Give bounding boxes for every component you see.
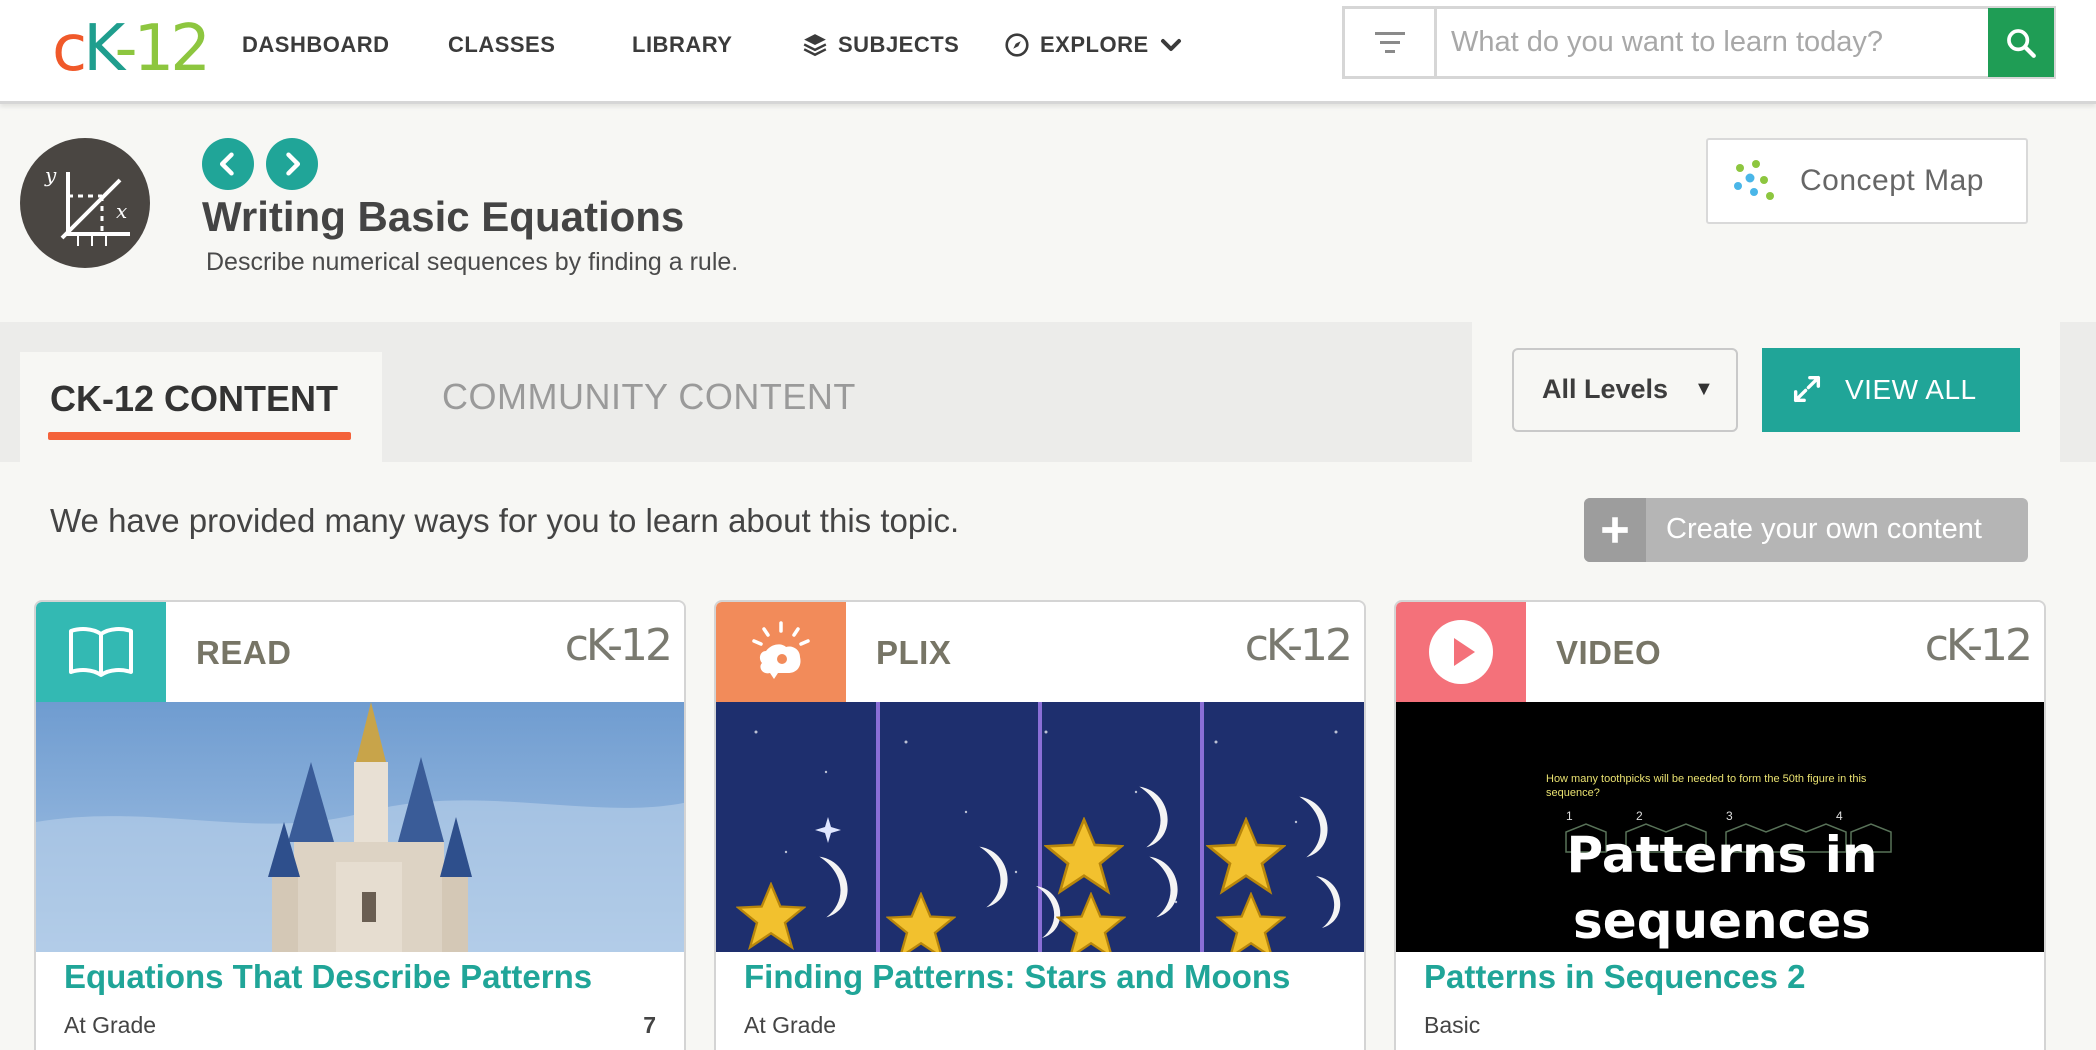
video-question-text: How many toothpicks will be needed to fo… — [1546, 773, 1867, 799]
search-input[interactable] — [1451, 19, 1961, 66]
nav-library-label: LIBRARY — [632, 32, 733, 57]
nav-subjects[interactable]: SUBJECTS — [802, 30, 959, 60]
card-title[interactable]: Finding Patterns: Stars and Moons — [744, 958, 1290, 996]
card-level: At Grade — [64, 1012, 157, 1038]
search-icon — [2007, 28, 2036, 58]
card-level: At Grade — [744, 1012, 837, 1038]
card-type-label: READ — [196, 634, 292, 671]
card-title[interactable]: Equations That Describe Patterns — [64, 958, 592, 996]
video-number-3: 3 — [1726, 809, 1733, 823]
card-brand-logo: cK-12 — [1244, 620, 1353, 671]
tab-ck12-content[interactable]: CK-12 CONTENT — [20, 352, 382, 462]
castle-image — [36, 702, 684, 952]
top-navigation-bar: cK-12 DASHBOARD CLASSES LIBRARY SUBJECTS… — [0, 0, 2096, 104]
video-thumbnail-image: How many toothpicks will be needed to fo… — [1396, 702, 2044, 952]
create-content-label: Create your own content — [1666, 513, 1982, 545]
content-card-video[interactable]: VIDEO cK-12 How many toothpicks will be … — [1394, 600, 2046, 1050]
tab-ck12-content-label: CK-12 CONTENT — [50, 378, 339, 419]
brain-puzzle-icon — [752, 621, 810, 679]
video-overlay-title: Patterns in sequences — [1566, 826, 1878, 950]
content-card-plix[interactable]: PLIX cK-12 Finding Patterns: Stars and M… — [714, 600, 1366, 1050]
open-book-icon — [69, 627, 133, 677]
ck12-logo[interactable]: cK-12 — [52, 12, 211, 86]
logo-12: -12 — [114, 12, 211, 86]
content-card-read[interactable]: READ cK-12 Equations That Describe Patte… — [34, 600, 686, 1050]
levels-dropdown-value: All Levels — [1542, 374, 1669, 404]
page-title: Writing Basic Equations — [202, 193, 685, 240]
card-header: PLIX cK-12 — [716, 602, 1364, 702]
svg-text:y: y — [44, 163, 57, 187]
video-number-4: 4 — [1836, 809, 1843, 823]
card-thumbnail — [36, 702, 684, 952]
logo-c: c — [52, 12, 87, 86]
chevron-right-icon — [286, 152, 301, 176]
expand-icon — [1793, 375, 1821, 403]
tab-community-content[interactable]: COMMUNITY CONTENT — [442, 376, 856, 418]
active-tab-underline — [48, 432, 351, 440]
video-number-1: 1 — [1566, 809, 1573, 823]
intro-text: We have provided many ways for you to le… — [50, 502, 960, 539]
nav-dashboard[interactable]: DASHBOARD — [242, 30, 390, 60]
card-type-badge — [36, 602, 166, 702]
card-header: READ cK-12 — [36, 602, 684, 702]
view-all-button[interactable]: VIEW ALL — [1762, 348, 2020, 432]
dropdown-caret-icon: ▼ — [1694, 378, 1714, 400]
card-brand-logo: cK-12 — [1924, 620, 2033, 671]
nav-subjects-label: SUBJECTS — [838, 32, 960, 57]
previous-concept-button[interactable] — [202, 138, 254, 190]
plus-icon-box — [1584, 498, 1646, 562]
card-count: 7 — [643, 1012, 656, 1038]
video-number-2: 2 — [1636, 809, 1643, 823]
concept-map-label: Concept Map — [1800, 164, 1984, 197]
nav-classes[interactable]: CLASSES — [448, 30, 555, 60]
card-type-label: PLIX — [876, 634, 952, 671]
card-type-badge — [1396, 602, 1526, 702]
concept-subject-icon: y x — [20, 138, 150, 268]
plus-icon — [1602, 517, 1628, 543]
card-type-badge — [716, 602, 846, 702]
next-concept-button[interactable] — [266, 138, 318, 190]
view-all-label: VIEW ALL — [1845, 374, 1977, 405]
nav-dashboard-label: DASHBOARD — [242, 32, 390, 57]
graph-axes-icon: y x — [44, 163, 130, 246]
chevron-left-icon — [219, 152, 234, 176]
svg-text:x: x — [116, 199, 127, 223]
nav-explore-label: EXPLORE — [1040, 32, 1149, 57]
layers-icon — [803, 34, 827, 57]
card-title[interactable]: Patterns in Sequences 2 — [1424, 958, 1805, 996]
filter-icon — [1374, 31, 1405, 53]
card-level: Basic — [1424, 1012, 1481, 1038]
levels-dropdown[interactable]: All Levels ▼ — [1512, 348, 1738, 432]
tab-community-content-label: COMMUNITY CONTENT — [442, 376, 856, 417]
stars-moons-image — [716, 702, 1364, 952]
nav-classes-label: CLASSES — [448, 32, 556, 57]
create-content-button[interactable]: Create your own content — [1584, 498, 2028, 562]
card-thumbnail: How many toothpicks will be needed to fo… — [1396, 702, 2044, 952]
nav-explore[interactable]: EXPLORE — [1004, 30, 1183, 60]
chevron-down-icon — [1160, 39, 1181, 51]
card-thumbnail — [716, 702, 1364, 952]
filter-button[interactable] — [1345, 9, 1437, 76]
compass-icon — [1005, 33, 1029, 57]
card-type-label: VIDEO — [1556, 634, 1662, 671]
logo-k: K — [83, 12, 118, 86]
search-button[interactable] — [1988, 8, 2054, 77]
concept-map-icon — [1734, 160, 1774, 200]
card-brand-logo: cK-12 — [564, 620, 673, 671]
nav-library[interactable]: LIBRARY — [632, 30, 732, 60]
tabs-bar-edge — [2060, 322, 2096, 462]
play-icon — [1429, 620, 1493, 684]
page-subtitle: Describe numerical sequences by finding … — [206, 248, 739, 276]
concept-map-button[interactable]: Concept Map — [1706, 138, 2028, 224]
card-header: VIDEO cK-12 — [1396, 602, 2044, 702]
search-bar — [1342, 6, 2056, 79]
